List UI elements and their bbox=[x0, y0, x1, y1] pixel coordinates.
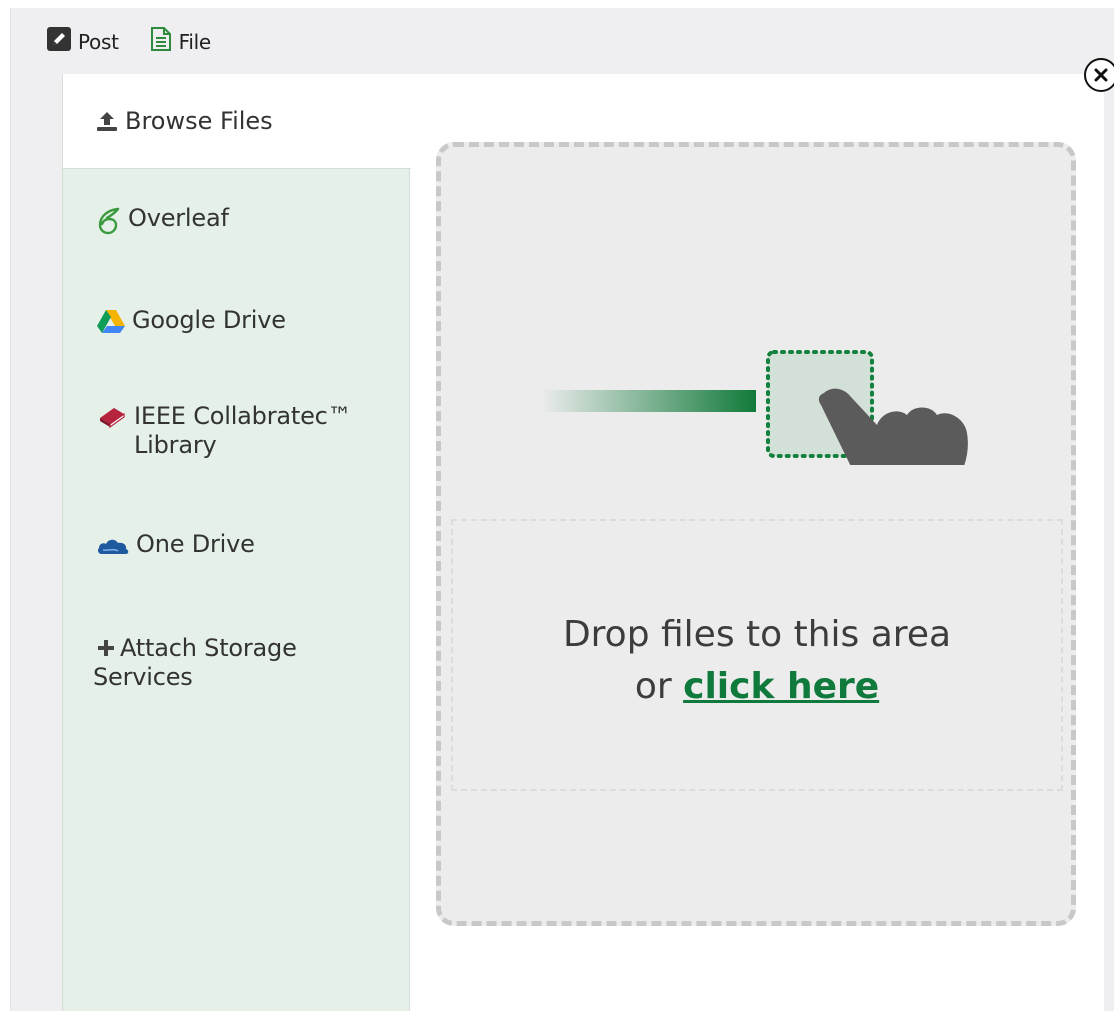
close-button[interactable] bbox=[1084, 58, 1114, 92]
dropzone-or-text: or bbox=[634, 666, 684, 707]
click-here-link[interactable]: click here bbox=[683, 666, 879, 707]
source-sidebar: Browse Files Overleaf Google Drive IEEE … bbox=[62, 74, 411, 1011]
file-dropzone[interactable]: Drop files to this area or click here bbox=[436, 142, 1076, 926]
file-label: File bbox=[178, 29, 212, 54]
sidebar-item-label: Overleaf bbox=[128, 204, 229, 232]
sidebar-item-label: IEEE Collabratec™ bbox=[134, 402, 352, 430]
sidebar-item-google-drive[interactable]: Google Drive bbox=[96, 306, 286, 335]
sidebar-item-browse-files[interactable]: Browse Files bbox=[63, 74, 411, 169]
sidebar-item-label: One Drive bbox=[136, 530, 255, 558]
sidebar-item-label-wrap: Attach Storage Services bbox=[93, 634, 297, 692]
book-icon bbox=[96, 404, 128, 430]
sidebar-item-label-line2: Services bbox=[93, 663, 193, 691]
sidebar-item-one-drive[interactable]: One Drive bbox=[96, 530, 255, 559]
google-drive-icon bbox=[96, 308, 126, 334]
post-label: Post bbox=[78, 29, 119, 54]
sidebar-item-ieee-collabratec[interactable]: IEEE Collabratec™ Library bbox=[96, 402, 352, 460]
pencil-icon bbox=[46, 26, 72, 57]
upload-dialog: Browse Files Overleaf Google Drive IEEE … bbox=[62, 74, 1104, 1011]
drag-drop-illustration bbox=[541, 350, 968, 465]
sidebar-item-label: Browse Files bbox=[125, 107, 273, 135]
sidebar-item-label-line2: Library bbox=[134, 431, 217, 459]
file-button[interactable]: File bbox=[149, 26, 211, 57]
post-button[interactable]: Post bbox=[46, 26, 119, 57]
toolbar: Post File bbox=[46, 26, 241, 57]
dropzone-instructions: Drop files to this area or click here bbox=[441, 609, 1073, 713]
sidebar-item-label-wrap: IEEE Collabratec™ Library bbox=[134, 402, 352, 460]
file-icon bbox=[149, 26, 173, 57]
sidebar-item-attach-storage[interactable]: Attach Storage Services bbox=[93, 634, 297, 692]
dropzone-line1: Drop files to this area bbox=[562, 614, 952, 655]
dropzone-line2: or click here bbox=[441, 661, 1073, 713]
overleaf-icon bbox=[96, 206, 122, 236]
upload-icon bbox=[95, 110, 119, 132]
sidebar-item-label: Google Drive bbox=[132, 306, 286, 334]
onedrive-icon bbox=[96, 532, 130, 558]
sidebar-item-overleaf[interactable]: Overleaf bbox=[96, 204, 229, 236]
sidebar-item-label: Attach Storage bbox=[120, 634, 297, 662]
close-icon bbox=[1094, 68, 1108, 82]
